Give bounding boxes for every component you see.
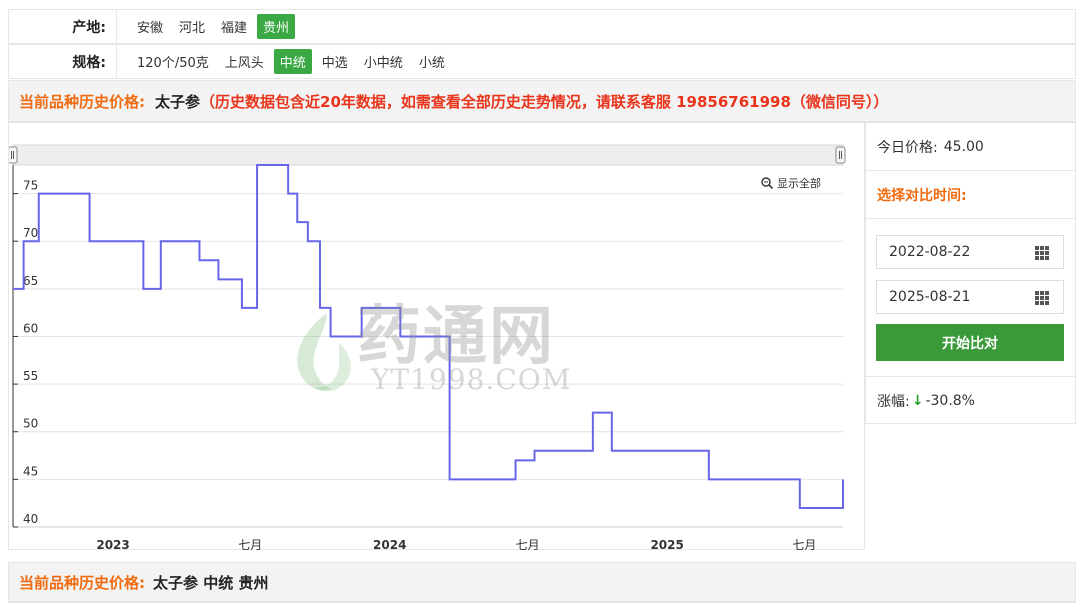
origin-filter-row: 产地: 安徽 河北 福建 贵州: [8, 9, 1076, 44]
y-tick-label: 45: [23, 464, 38, 478]
calendar-icon[interactable]: [1035, 246, 1049, 260]
origin-label: 产地:: [9, 10, 117, 43]
start-compare-button[interactable]: 开始比对: [876, 324, 1064, 361]
origin-option-guizhou[interactable]: 贵州: [257, 14, 296, 39]
down-arrow-icon: ↓: [911, 392, 924, 409]
side-panel: 今日价格: 45.00 选择对比时间: 2022-08-22 2025-08-2…: [865, 122, 1076, 424]
x-tick-label: 七月: [238, 538, 262, 551]
price-table-header: [8, 602, 1076, 607]
origin-option-hebei[interactable]: 河北: [173, 14, 211, 39]
today-price-row: 今日价格: 45.00: [866, 123, 1075, 171]
x-tick-label: 七月: [792, 538, 816, 551]
origin-option-anhui[interactable]: 安徽: [131, 14, 169, 39]
watermark-logo: [297, 313, 351, 392]
price-chart: 40 45 50 55 60 65 70 75 2023 七月 2024 七月 2025 七月 药通网 …: [7, 122, 865, 552]
spec-options: 120个/50克 上风头 中统 中选 小中统 小统: [117, 49, 455, 74]
y-tick-label: 40: [23, 512, 38, 526]
spec-option-120[interactable]: 120个/50克: [131, 49, 215, 74]
x-tick-label: 七月: [516, 538, 540, 551]
compare-title-row: 选择对比时间:: [866, 171, 1075, 219]
x-tick-label: 2023: [96, 538, 129, 551]
y-tick-label: 75: [23, 179, 38, 193]
spec-label: 规格:: [9, 45, 117, 78]
navigator-handle-right[interactable]: [835, 146, 846, 164]
bottom-banner-title: 太子参 中统 贵州: [153, 573, 269, 592]
change-row: 涨幅: ↓ -30.8%: [866, 376, 1075, 424]
history-price-banner: 当前品种历史价格: 太子参 （历史数据包含近20年数据，如需查看全部历史走势情况…: [8, 80, 1076, 122]
zoom-icon: [761, 177, 773, 189]
x-tick-label: 2025: [650, 538, 683, 551]
spec-option-zhongtong[interactable]: 中统: [273, 49, 312, 74]
end-date-input[interactable]: 2025-08-21: [876, 280, 1064, 314]
current-price-banner: 当前品种历史价格: 太子参 中统 贵州: [8, 562, 1076, 602]
y-tick-label: 60: [23, 321, 38, 335]
change-label: 涨幅:: [877, 393, 910, 410]
start-date-value: 2022-08-22: [889, 244, 971, 260]
origin-option-fujian[interactable]: 福建: [215, 14, 253, 39]
start-date-input[interactable]: 2022-08-22: [876, 235, 1064, 269]
reset-zoom-label: 显示全部: [777, 177, 821, 190]
banner-note: （历史数据包含近20年数据，如需查看全部历史走势情况，请联系客服 1985676…: [200, 92, 889, 111]
spec-filter-row: 规格: 120个/50克 上风头 中统 中选 小中统 小统: [8, 44, 1076, 79]
bottom-banner-prefix: 当前品种历史价格:: [19, 573, 145, 592]
spec-option-xiaotong[interactable]: 小统: [413, 49, 451, 74]
y-tick-label: 65: [23, 274, 38, 288]
spec-option-xiaozhongtong[interactable]: 小中统: [358, 49, 409, 74]
end-date-value: 2025-08-21: [889, 289, 971, 305]
reset-zoom-button[interactable]: 显示全部: [761, 175, 821, 191]
today-price-label: 今日价格:: [877, 139, 938, 156]
spec-option-shangfengtou[interactable]: 上风头: [219, 49, 270, 74]
calendar-icon[interactable]: [1035, 291, 1049, 305]
x-tick-label: 2024: [373, 538, 406, 551]
banner-herb: 太子参: [155, 92, 201, 111]
watermark-subtext: YT1998.COM: [371, 363, 572, 396]
origin-options: 安徽 河北 福建 贵州: [117, 14, 299, 39]
today-price-value: 45.00: [943, 138, 984, 155]
y-tick-label: 50: [23, 417, 38, 431]
navigator-bar[interactable]: [12, 144, 844, 166]
y-tick-label: 55: [23, 369, 38, 383]
spec-option-zhongxuan[interactable]: 中选: [316, 49, 354, 74]
y-tick-label: 70: [23, 226, 38, 240]
change-value: -30.8%: [925, 392, 975, 409]
banner-prefix: 当前品种历史价格:: [19, 92, 145, 111]
compare-title: 选择对比时间:: [877, 187, 967, 204]
